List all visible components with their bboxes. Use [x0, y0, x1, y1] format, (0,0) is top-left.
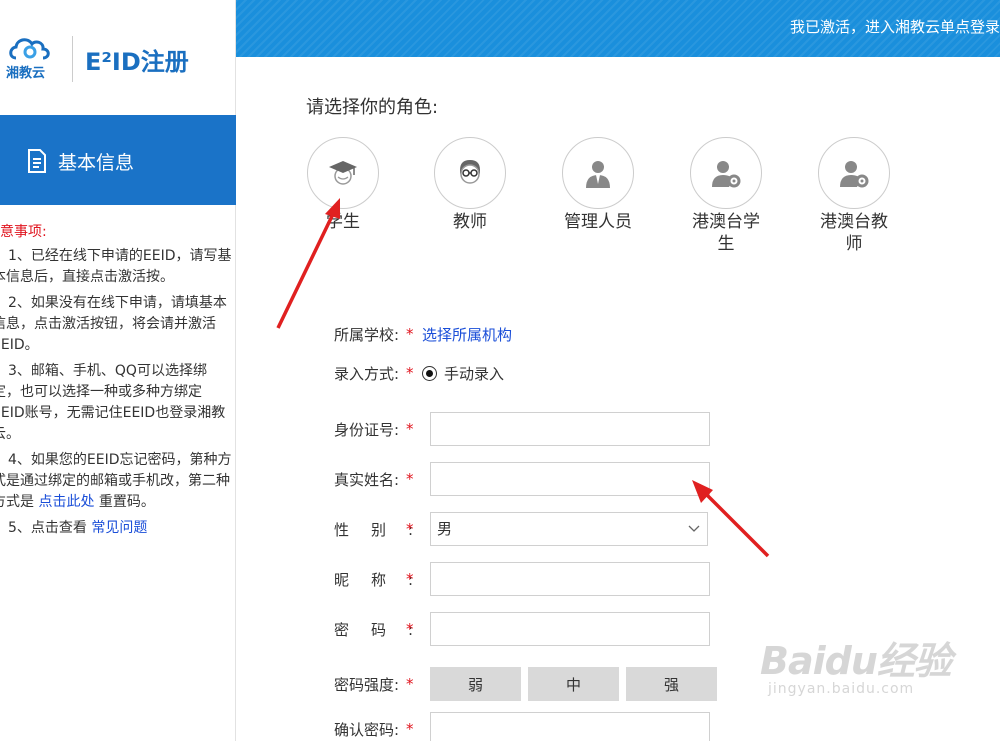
choose-role-title: 请选择你的角色: — [306, 97, 439, 118]
role-teacher-circle[interactable] — [434, 137, 506, 209]
app-title: E²ID注册 — [85, 48, 189, 76]
role-student-circle[interactable] — [307, 137, 379, 209]
baidu-watermark: Baidu经验 jingyan.baidu.com — [760, 630, 952, 697]
real-name-label: 真实姓名: — [334, 470, 400, 489]
manager-icon — [586, 161, 610, 188]
notice-item-3: 3、邮箱、手机、QQ可以选择绑定，也可以选择一种或多种方绑定EEID账号，无需记… — [0, 363, 226, 442]
required-mark: * — [406, 720, 414, 738]
manual-entry-radio[interactable] — [422, 365, 437, 381]
id-number-row: 身份证号: * — [334, 412, 710, 446]
required-mark: * — [406, 470, 414, 488]
left-panel: 湘教云 E²ID注册 基本信息 意事项: 1、已经在线下申请的EEID，请写基本… — [0, 0, 250, 741]
confirm-password-label: 确认密码: — [334, 720, 400, 739]
faq-link[interactable]: 常见问题 — [91, 520, 147, 536]
gender-value: 男 — [437, 520, 453, 538]
required-mark: * — [406, 325, 414, 343]
required-mark: * — [406, 620, 414, 638]
school-label: 所属学校: — [334, 325, 400, 344]
notice-item-5-text: 5、点击查看 — [8, 520, 92, 536]
nickname-label: 昵称: — [334, 570, 436, 589]
role-student[interactable]: 学生 — [288, 137, 398, 233]
password-strength-row: 密码强度: * 弱 中 强 — [334, 667, 717, 701]
required-mark: * — [406, 364, 414, 382]
role-student-label: 学生 — [326, 212, 360, 232]
notice-item-5: 5、点击查看 常见问题 — [0, 518, 234, 539]
password-input[interactable] — [430, 612, 710, 646]
nav-item-label: 基本信息 — [58, 152, 135, 174]
notice-title: 意事项: — [0, 224, 47, 240]
notice-section: 意事项: 1、已经在线下申请的EEID，请写基本信息后，直接点击激活按。 2、如… — [0, 222, 234, 544]
confirm-password-row: 确认密码: * — [334, 712, 710, 741]
reset-password-link[interactable]: 点击此处 — [38, 494, 94, 510]
role-hk-teacher-circle[interactable] — [818, 137, 890, 209]
role-manager[interactable]: 管理人员 — [543, 137, 653, 233]
entry-method-row: 录入方式: * 手动录入 — [334, 356, 504, 390]
required-mark: * — [406, 420, 414, 438]
role-teacher[interactable]: 教师 — [415, 137, 525, 233]
watermark-brand: Baidu经验 — [760, 639, 952, 683]
logo-text: 湘教云 — [6, 66, 46, 81]
logo-area: 湘教云 E²ID注册 — [0, 14, 236, 94]
logo-divider — [72, 36, 73, 82]
notice-item-4-suffix: 重置码。 — [94, 494, 155, 510]
role-teacher-label: 教师 — [453, 212, 487, 232]
hk-student-icon — [712, 161, 741, 188]
password-strength-label: 密码强度: — [334, 675, 400, 694]
notice-item-2: 2、如果没有在线下申请，请填基本信息，点击激活按钮，将会请并激活EEID。 — [0, 295, 227, 353]
role-hk-student[interactable]: 港澳台学生 — [671, 137, 781, 255]
top-banner: 我已激活，进入湘教云单点登录 — [236, 0, 1000, 57]
required-mark: * — [406, 520, 414, 538]
real-name-row: 真实姓名: * — [334, 462, 710, 496]
confirm-password-input[interactable] — [430, 712, 710, 741]
password-row: 密码: * — [334, 612, 710, 646]
hk-teacher-icon — [840, 161, 869, 188]
school-row: 所属学校: * 选择所属机构 — [334, 317, 512, 351]
strength-weak: 弱 — [430, 667, 521, 701]
role-hk-teacher-label: 港澳台教师 — [820, 212, 888, 254]
chevron-down-icon — [688, 525, 700, 532]
required-mark: * — [406, 570, 414, 588]
id-number-input[interactable] — [430, 412, 710, 446]
teacher-icon — [460, 160, 480, 184]
id-number-label: 身份证号: — [334, 420, 400, 439]
cloud-logo-icon — [9, 38, 50, 60]
nav-item-basic-info[interactable]: 基本信息 — [0, 115, 250, 205]
manual-entry-label: 手动录入 — [444, 364, 505, 383]
real-name-input[interactable] — [430, 462, 710, 496]
nickname-input[interactable] — [430, 562, 710, 596]
role-hk-student-circle[interactable] — [690, 137, 762, 209]
activated-login-link[interactable]: 我已激活，进入湘教云单点登录 — [790, 16, 1000, 37]
nickname-row: 昵称: * — [334, 562, 710, 596]
password-label: 密码: — [334, 620, 436, 639]
select-school-link[interactable]: 选择所属机构 — [422, 324, 512, 345]
gender-row: 性别: * 男 — [334, 512, 708, 546]
graduation-cap-icon — [329, 161, 357, 185]
role-manager-circle[interactable] — [562, 137, 634, 209]
document-icon — [28, 149, 46, 173]
role-hk-teacher[interactable]: 港澳台教师 — [799, 137, 909, 255]
notice-item-4: 4、如果您的EEID忘记密码，第种方式是通过绑定的邮箱或手机改，第二种方式是 点… — [0, 450, 234, 513]
strength-strong: 强 — [626, 667, 717, 701]
notice-item-1: 1、已经在线下申请的EEID，请写基本信息后，直接点击激活按。 — [0, 248, 232, 285]
entry-method-label: 录入方式: — [334, 364, 400, 383]
gender-label: 性别: — [334, 520, 436, 539]
role-manager-label: 管理人员 — [564, 212, 632, 232]
required-mark: * — [406, 675, 414, 693]
role-hk-student-label: 港澳台学生 — [692, 212, 760, 254]
gender-select[interactable]: 男 — [430, 512, 708, 546]
strength-medium: 中 — [528, 667, 619, 701]
